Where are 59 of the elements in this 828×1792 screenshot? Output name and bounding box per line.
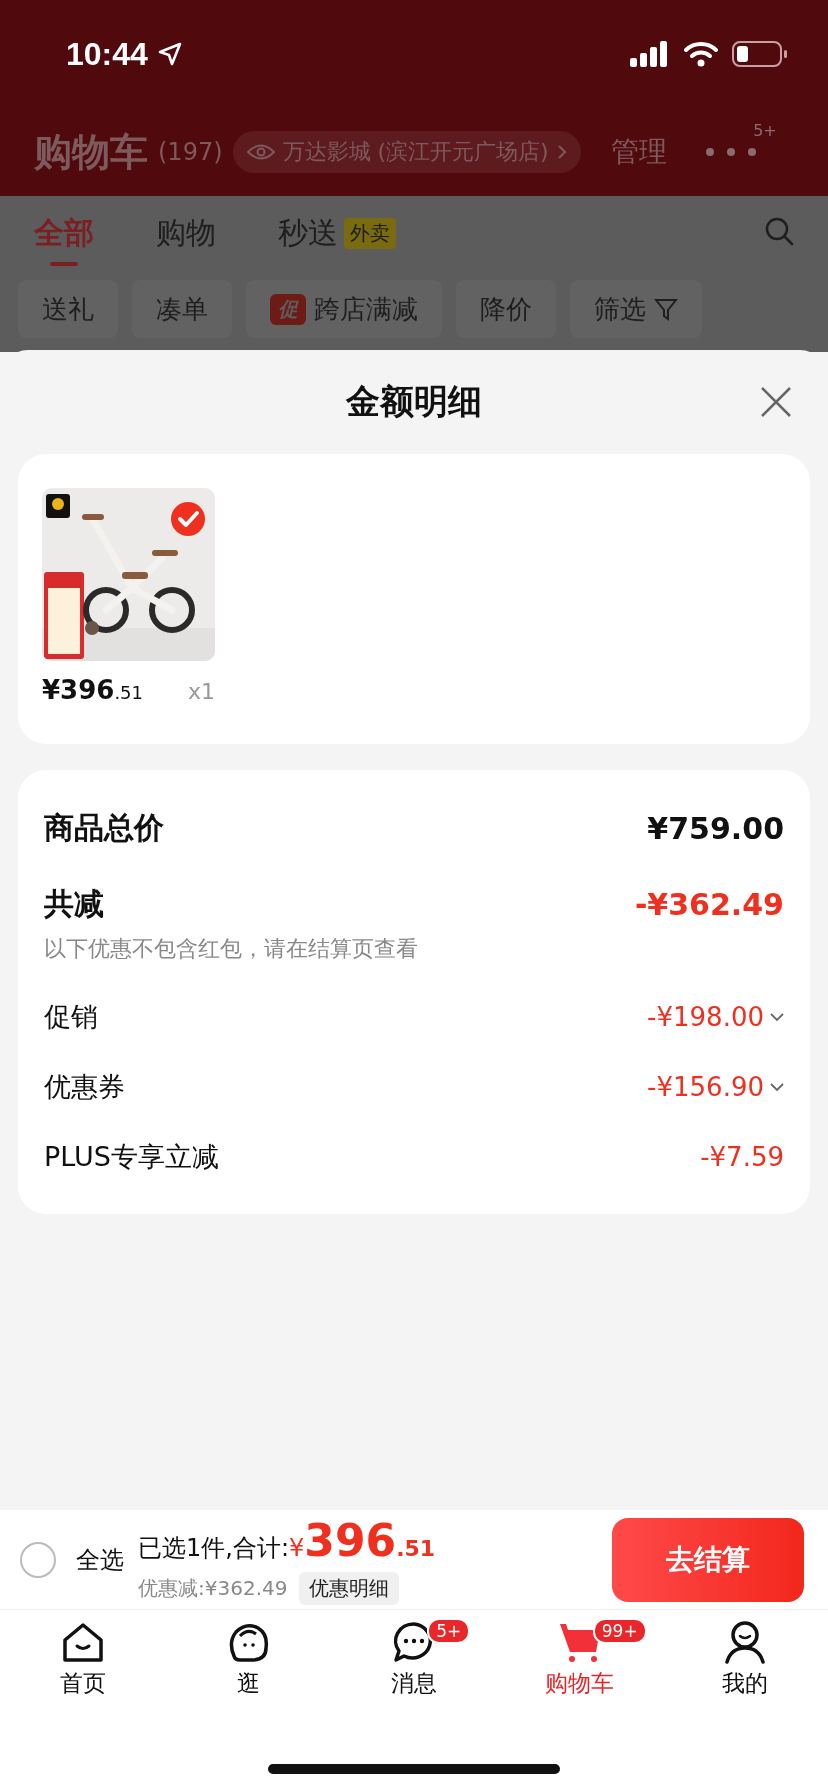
search-icon[interactable] [764,216,794,246]
nav-tab[interactable]: 我的 [662,1620,828,1720]
home-icon [60,1620,105,1664]
filter-icon [654,297,678,321]
category-tab[interactable]: 购物 [156,204,216,268]
summary-label: 促销 [44,1000,98,1034]
summary-amount: -¥198.00 [647,1002,764,1032]
status-time: 10:44 [66,35,148,73]
tab-badge: 外卖 [344,217,396,249]
summary-label: 共减 [44,884,104,923]
nav-tab[interactable]: 购物车 99+ [496,1620,663,1720]
check-icon[interactable] [171,502,205,536]
battery-icon [732,41,788,67]
chevron-down-icon[interactable] [770,1082,784,1092]
filter-chip[interactable]: 凑单 [132,280,232,338]
eye-icon [246,143,275,161]
more-icon[interactable] [704,147,757,157]
nav-tab[interactable]: 逛 [165,1620,332,1720]
chevron-down-icon[interactable] [770,1012,784,1022]
filter-chip[interactable]: 送礼 [18,280,118,338]
checkout-button[interactable]: 去结算 [612,1517,804,1602]
product-price: ¥396.51 [42,675,143,705]
cart-count: (197) [158,138,223,166]
wifi-icon [684,41,718,67]
manage-button[interactable]: 管理 [604,132,673,172]
notification-badge: 99+ [592,1618,647,1644]
select-all-radio[interactable] [20,1541,56,1578]
location-arrow-icon [157,42,182,66]
summary-label: 商品总价 [44,808,164,847]
page-title: 购物车 [34,128,148,176]
promo-tag: 促 [270,293,306,325]
discount-detail-button[interactable]: 优惠明细 [299,1571,400,1605]
total-price: ¥396.51 [289,1514,436,1566]
nav-tab[interactable]: 消息 5+ [331,1620,497,1720]
summary-amount: -¥156.90 [647,1072,764,1102]
summary-label: 优惠券 [44,1070,125,1104]
summary-amount: -¥362.49 [634,886,784,922]
summary-label: PLUS专享立减 [44,1140,219,1174]
category-tab[interactable]: 秒送 外卖 [278,204,396,268]
filter-chip[interactable]: 降价 [456,280,556,338]
sheet-title: 金额明细 [346,380,482,423]
product-quantity: x1 [187,679,215,704]
close-icon [760,386,792,418]
summary-amount: ¥759.00 [647,810,784,846]
summary-amount: -¥7.59 [700,1142,784,1172]
store-selector[interactable]: 万达影城 (滨江开元广场店) [232,131,581,173]
category-tab[interactable]: 全部 [34,204,94,268]
discount-text: 优惠减:¥362.49 [138,1574,288,1602]
signal-icon [630,41,670,67]
notification-count: 5+ [753,121,777,140]
chevron-right-icon [556,144,567,160]
select-all-label: 全选 [76,1544,124,1576]
selected-summary: 已选1件,合计: [138,1532,289,1564]
note-text: 以下优惠不包含红包，请在结算页查看 [44,935,419,963]
filter-chip[interactable]: 筛选 [570,280,702,338]
person-icon [723,1620,768,1664]
filter-chip[interactable]: 促 跨店满减 [246,280,442,338]
notification-badge: 5+ [427,1618,471,1644]
nav-tab[interactable]: 首页 [0,1620,166,1720]
